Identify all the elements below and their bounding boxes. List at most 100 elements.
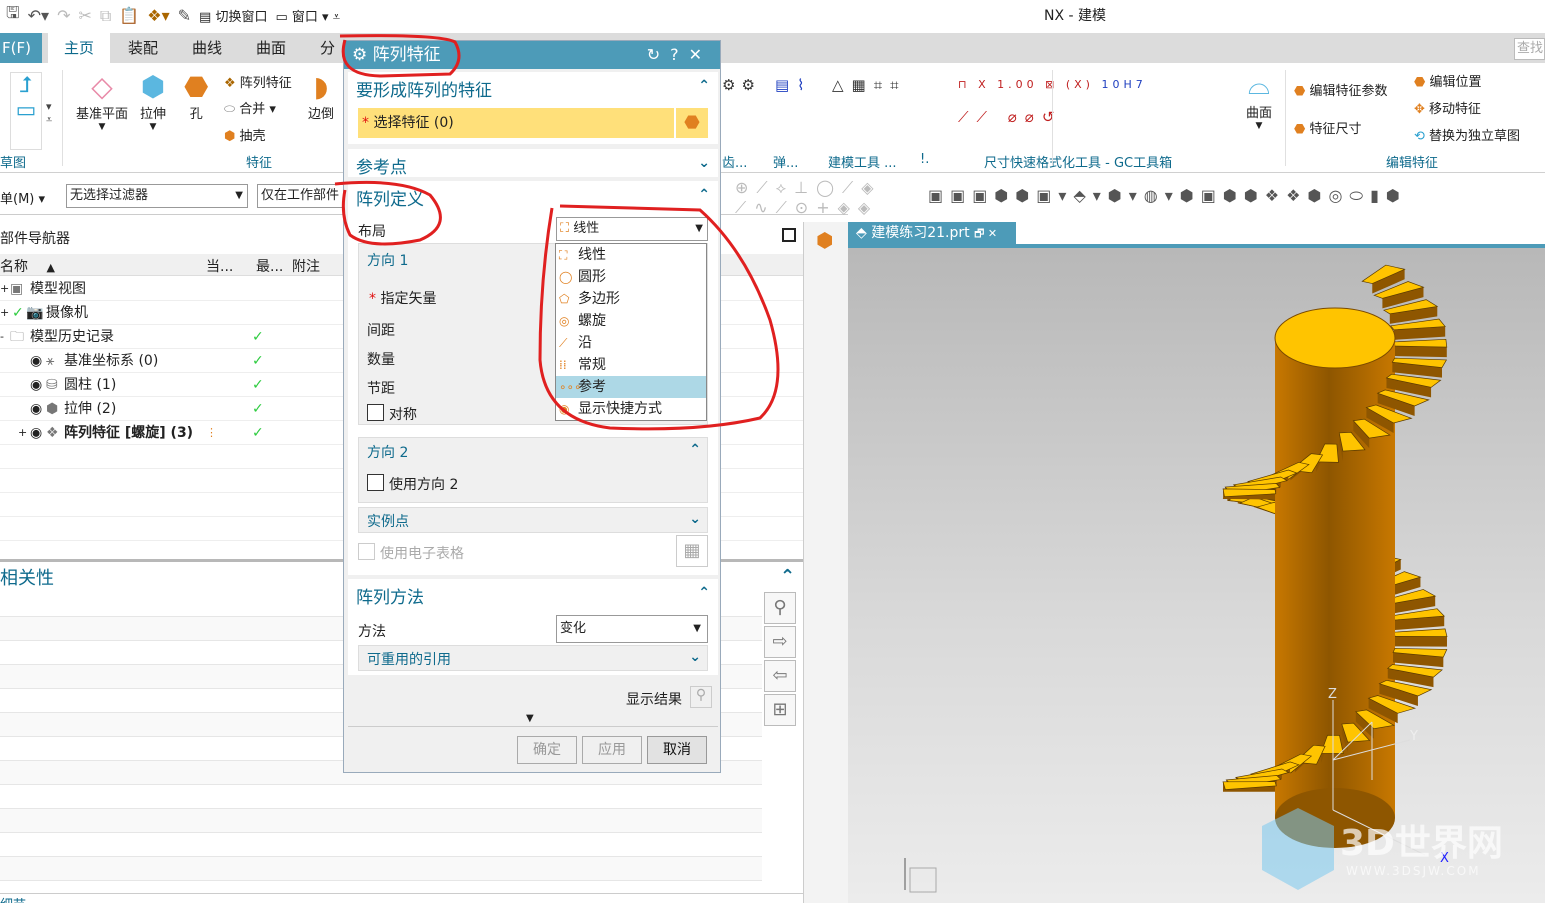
layout-option[interactable]: ◉ 显示快捷方式 xyxy=(556,398,706,420)
gc-toolbox-group-label[interactable]: 尺寸快速格式化工具 - GC工具箱 xyxy=(984,152,1172,171)
column-notes[interactable]: 附注 xyxy=(292,256,320,276)
help-icon[interactable]: ? xyxy=(670,45,689,64)
symmetric-checkbox[interactable] xyxy=(367,404,384,421)
graphics-viewport[interactable]: Z Y X 3D世界网 WWW.3DSJW.COM xyxy=(848,248,1545,903)
expand-toggle[interactable]: + xyxy=(18,421,27,445)
visibility-eye-icon[interactable]: ◉ xyxy=(30,373,42,397)
expand-chevron-icon[interactable]: ⌄ xyxy=(698,155,710,171)
file-tab[interactable]: F(F) xyxy=(0,33,42,63)
spreadsheet-icon[interactable]: ▦ xyxy=(676,535,708,567)
part-navigator-tab-icon[interactable]: ⬢ xyxy=(816,228,833,252)
ribbon-scroll[interactable]: ▾ ⩡ xyxy=(46,100,52,127)
instance-points-group[interactable]: 实例点 ⌄ xyxy=(358,507,708,533)
layout-option[interactable]: ⁞⁞ 常规 xyxy=(556,354,706,376)
layout-select[interactable]: ⛶ 线性 ▼ xyxy=(556,217,708,241)
cancel-button[interactable]: 取消 xyxy=(647,736,707,764)
ok-button[interactable]: 确定 xyxy=(517,736,577,764)
expand-toggle[interactable]: - xyxy=(0,325,4,349)
collapse-chevron-icon[interactable]: ⌃ xyxy=(698,585,710,601)
collapse-chevron-icon[interactable]: ⌃ xyxy=(780,566,795,587)
maximize-icon[interactable] xyxy=(782,228,796,242)
edit-feature-params-button[interactable]: ⬣ 编辑特征参数 xyxy=(1294,80,1388,99)
expand-chevron-icon[interactable]: ⌄ xyxy=(689,511,701,527)
menu-button[interactable]: 单(M) ▾ xyxy=(0,188,45,207)
snap-point-toolbar[interactable]: ⊕⟋⟡⊥◯⟋◈ ⟋∿⟋⊙+◈◈ xyxy=(735,178,925,218)
select-feature-field[interactable]: * 选择特征 (0) xyxy=(358,108,674,138)
pattern-method-title[interactable]: 阵列方法 xyxy=(356,583,424,608)
surface-button[interactable]: ⌓ 曲面 ▼ xyxy=(1246,68,1272,131)
tab-curve[interactable]: 曲线 xyxy=(176,33,238,63)
expand-toggle[interactable]: + xyxy=(0,301,9,325)
edge-blend-button[interactable]: ◗ 边倒 xyxy=(308,70,334,122)
replace-sketch-button[interactable]: ⟲ 替换为独立草图 xyxy=(1414,125,1520,144)
selection-scope-select[interactable]: 仅在工作部件 xyxy=(257,184,347,208)
method-select[interactable]: 变化 ▼ xyxy=(556,615,708,643)
command-finder-input[interactable]: 查找 xyxy=(1514,38,1545,60)
expand-toggle[interactable]: + xyxy=(0,277,9,301)
feature-dimension-button[interactable]: ⬣ 特征尺寸 xyxy=(1294,118,1362,137)
sketch-button[interactable]: ⮥ ▭ xyxy=(10,72,42,150)
expand-icon[interactable]: ⊞ xyxy=(764,694,796,726)
edit-feature-params-icon: ⬣ xyxy=(1294,84,1306,99)
more-options-arrow-icon[interactable]: ▼ xyxy=(526,713,534,724)
move-feature-button[interactable]: ✥ 移动特征 xyxy=(1414,98,1481,117)
layout-value: 线性 xyxy=(573,221,600,236)
close-tab-icon[interactable]: 🗗 ✕ xyxy=(974,227,997,240)
back-arrow-icon[interactable]: ⇦ xyxy=(764,660,796,692)
gear-tools-icons[interactable]: ⚙⚙ xyxy=(722,76,761,94)
extrude-button[interactable]: ⬢ 拉伸 ▼ xyxy=(140,70,166,132)
file-tab-active[interactable]: ⬘ 建模练习21.prt 🗗 ✕ xyxy=(848,222,1016,244)
close-icon[interactable]: ✕ xyxy=(689,45,712,64)
visibility-eye-icon[interactable]: ◉ xyxy=(30,349,42,373)
layout-option[interactable]: ⬠ 多边形 xyxy=(556,288,706,310)
column-name[interactable]: 名称 ▲ xyxy=(0,256,55,276)
use-direction2-checkbox[interactable] xyxy=(367,474,384,491)
modeling-tools-icons[interactable]: △▦⌗⌗ xyxy=(832,76,907,94)
pattern-definition-title[interactable]: 阵列定义 xyxy=(356,185,424,210)
collapse-chevron-icon[interactable]: ⌃ xyxy=(689,442,701,458)
collapse-chevron-icon[interactable]: ⌃ xyxy=(698,78,710,94)
reusable-refs-group[interactable]: 可重用的引用 ⌄ xyxy=(358,645,708,671)
layout-option[interactable]: ⟋ 沿 xyxy=(556,332,706,354)
show-result-button[interactable]: ⚲ xyxy=(690,686,712,708)
expand-chevron-icon[interactable]: ⌄ xyxy=(689,649,701,665)
column-latest[interactable]: 最... xyxy=(256,256,283,276)
specify-vector-label[interactable]: * 指定矢量 xyxy=(369,288,436,308)
pattern-feature-button[interactable]: ❖ 阵列特征 xyxy=(224,72,292,91)
hole-button[interactable]: ⬣ 孔 xyxy=(184,70,208,122)
use-spreadsheet-checkbox[interactable] xyxy=(358,543,375,560)
datum-plane-button[interactable]: ◇ 基准平面 ▼ xyxy=(76,70,128,132)
tab-assembly[interactable]: 装配 xyxy=(112,33,174,63)
layout-option[interactable]: ⛶ 线性 xyxy=(556,244,706,266)
tab-home[interactable]: 主页 xyxy=(48,33,111,63)
unite-button[interactable]: ⬭ 合并 ▾ xyxy=(224,98,276,117)
shell-button[interactable]: ⬢ 抽壳 xyxy=(224,125,266,144)
direction1-title[interactable]: 方向 1 xyxy=(367,250,408,270)
layout-option[interactable]: ◎ 螺旋 xyxy=(556,310,706,332)
layout-option[interactable]: ◯ 圆形 xyxy=(556,266,706,288)
spring-group-label[interactable]: 弹... xyxy=(773,152,798,171)
layout-option[interactable]: ∘∘∘ 参考 xyxy=(556,376,706,398)
tab-surface[interactable]: 曲面 xyxy=(240,33,302,63)
column-current[interactable]: 当... xyxy=(206,256,233,276)
features-section-title[interactable]: 要形成阵列的特征 xyxy=(356,76,492,101)
gear-group-label[interactable]: 齿... xyxy=(722,152,747,171)
modeling-tools-group-label[interactable]: 建模工具 ... xyxy=(828,152,897,171)
type-filter-select[interactable]: 无选择过滤器 ▼ xyxy=(66,184,248,208)
apply-button[interactable]: 应用 xyxy=(582,736,642,764)
forward-arrow-icon[interactable]: ⇨ xyxy=(764,626,796,658)
gc-dimension-icons-2[interactable]: ⟋⟋ ⌀⌀↺ xyxy=(958,108,1062,126)
reset-icon[interactable]: ↻ xyxy=(647,45,670,64)
edit-position-button[interactable]: ⬣ 编辑位置 xyxy=(1414,71,1482,90)
view-toolbar[interactable]: ▣▣▣⬢⬢▣▾⬘▾⬢▾◍▾⬢▣⬢⬢❖❖⬢◎⬭▮⬢ xyxy=(928,186,1407,206)
collapse-chevron-icon[interactable]: ⌃ xyxy=(698,187,710,203)
direction2-title[interactable]: 方向 2 xyxy=(367,442,408,462)
spring-tools-icons[interactable]: ▤⌇ xyxy=(775,76,813,94)
reference-point-section[interactable]: 参考点 ⌄ xyxy=(348,149,718,178)
zoom-icon[interactable]: ⚲ xyxy=(764,592,796,624)
feature-select-icon[interactable]: ⬣ xyxy=(676,108,708,138)
misc-group-label[interactable]: !. xyxy=(920,152,929,167)
visibility-eye-icon[interactable]: ◉ xyxy=(30,421,42,445)
visibility-eye-icon[interactable]: ◉ xyxy=(30,397,42,421)
check-icon[interactable]: ✓ xyxy=(12,301,24,325)
